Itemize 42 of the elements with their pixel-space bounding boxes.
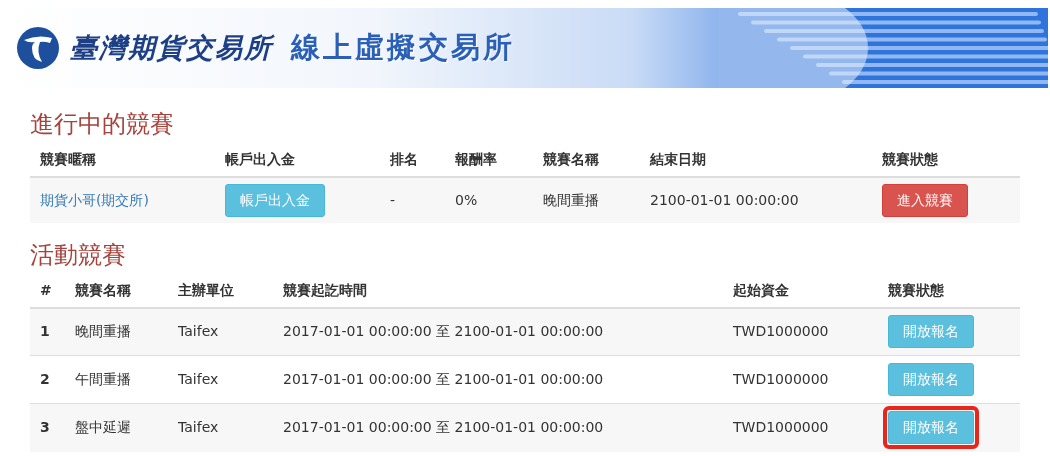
section-heading: 活動競賽 <box>30 240 127 270</box>
logo-text: 臺灣期貨交易所 <box>70 30 273 65</box>
row-number: 2 <box>40 371 50 388</box>
column-header: 帳戶出入金 <box>215 142 380 177</box>
column-header: 排名 <box>380 142 445 177</box>
register-button[interactable]: 開放報名 <box>888 363 974 397</box>
register-button[interactable]: 開放報名 <box>888 315 974 349</box>
register-button[interactable]: 開放報名 <box>888 411 974 445</box>
column-header: 結束日期 <box>640 142 872 177</box>
column-header: 起始資金 <box>723 273 878 308</box>
table-cell: 2100-01-01 00:00:00 <box>650 191 799 208</box>
table-cell: 0% <box>455 191 478 208</box>
site-title: 線上虛擬交易所 <box>291 29 515 67</box>
table-cell: TWD1000000 <box>733 371 829 388</box>
column-header: 競賽狀態 <box>878 273 1020 308</box>
table-cell: TWD1000000 <box>733 323 829 340</box>
table-cell: 晚間重播 <box>543 191 599 208</box>
column-header: 競賽狀態 <box>872 142 1020 177</box>
table-cell: 盤中延遲 <box>75 419 131 436</box>
enter-button[interactable]: 進入競賽 <box>882 183 968 217</box>
section-heading: 進行中的競賽 <box>30 110 175 139</box>
table-cell: Taifex <box>178 419 219 436</box>
column-header: 競賽起訖時間 <box>273 273 723 308</box>
table-cell: TWD1000000 <box>733 419 829 436</box>
table-cell: 2017-01-01 00:00:00 至 2100-01-01 00:00:00 <box>283 323 604 340</box>
column-header: 主辦單位 <box>168 273 273 308</box>
funds-button[interactable]: 帳戶出入金 <box>225 183 325 217</box>
table-cell: - <box>390 191 396 208</box>
column-header: 競賽名稱 <box>65 273 168 308</box>
table-cell: 2017-01-01 00:00:00 至 2100-01-01 00:00:00 <box>283 371 604 388</box>
table-cell: 午間重播 <box>75 371 131 388</box>
logo-icon <box>16 26 60 70</box>
table-cell: Taifex <box>178 323 219 340</box>
row-number: 1 <box>40 323 50 340</box>
table-cell: 晚間重播 <box>75 323 131 340</box>
row-number: 3 <box>40 419 50 436</box>
column-header: 競賽暱稱 <box>30 142 215 177</box>
table-cell: 2017-01-01 00:00:00 至 2100-01-01 00:00:00 <box>283 419 604 436</box>
column-header: # <box>30 273 65 308</box>
table-cell: Taifex <box>178 371 219 388</box>
column-header: 報酬率 <box>445 142 533 177</box>
column-header: 競賽名稱 <box>533 142 640 177</box>
